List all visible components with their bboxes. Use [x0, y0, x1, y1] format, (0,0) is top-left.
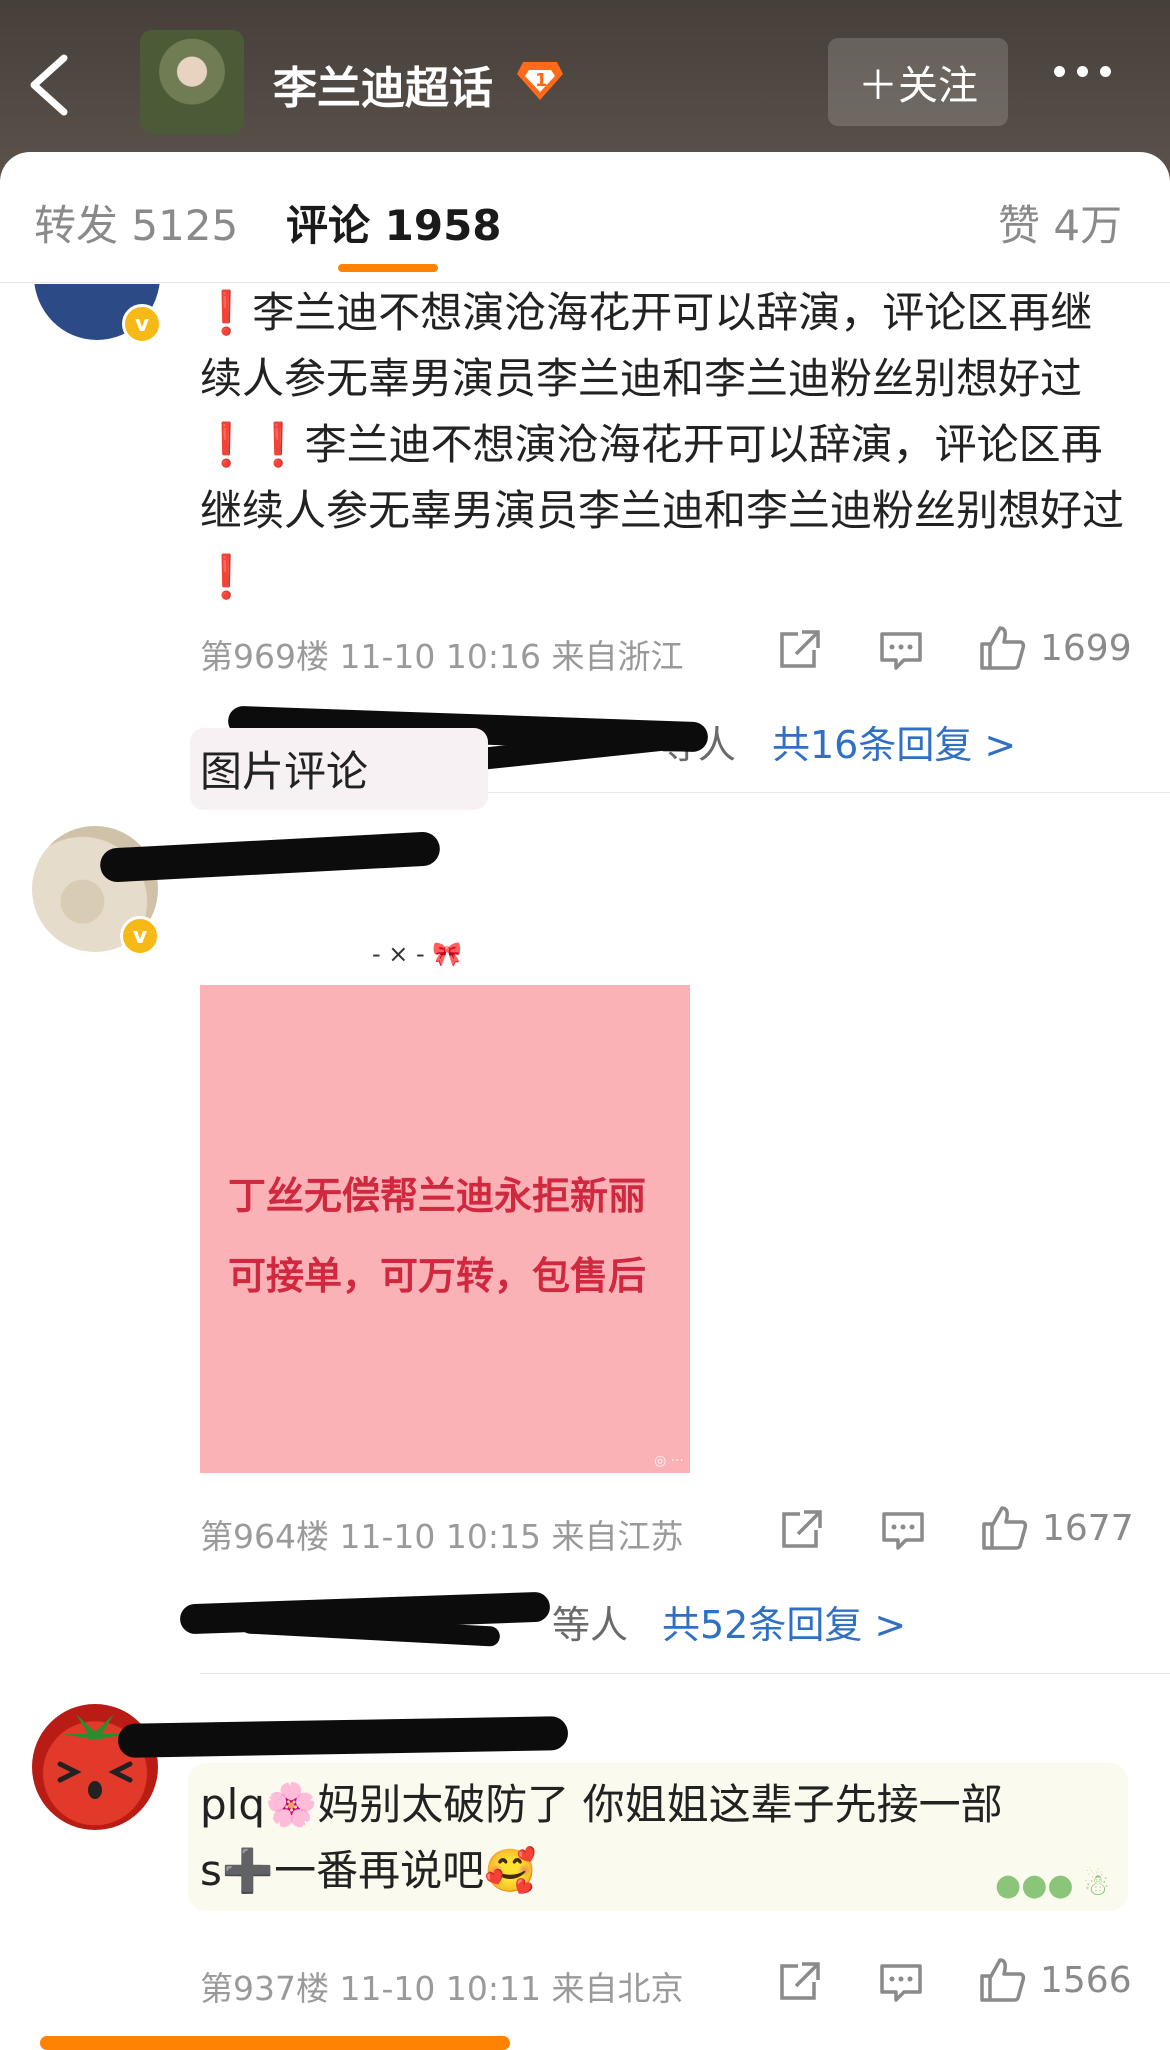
- active-tab-indicator: [338, 264, 438, 272]
- share-icon[interactable]: [776, 628, 822, 672]
- tab-comments[interactable]: 评论 1958: [286, 192, 502, 253]
- comment-icon[interactable]: [878, 630, 924, 672]
- like-count: 1566: [1040, 1960, 1132, 2001]
- share-icon[interactable]: [776, 1960, 822, 2004]
- divider: [200, 1673, 1170, 1674]
- comment-meta: 第964楼 11-10 10:15 来自江苏: [200, 1517, 684, 1556]
- image-text-line: 可接单，可万转，包售后: [228, 1254, 647, 1298]
- bottom-accent-bar: [40, 2036, 510, 2050]
- tab-bar: 转发 5125 评论 1958 赞 4万: [0, 152, 1170, 283]
- more-options-button[interactable]: [1054, 62, 1134, 102]
- like-count: 1699: [1040, 628, 1132, 669]
- svg-text:1: 1: [535, 70, 548, 91]
- thumbs-up-icon[interactable]: [980, 1504, 1028, 1552]
- exclamation-icon: ❗: [200, 552, 253, 601]
- follow-button[interactable]: ＋关注: [828, 38, 1008, 126]
- back-button[interactable]: [22, 50, 82, 120]
- comment-text-part: 李兰迪不想演沧海花开可以辞演，评论区再继续人参无辜男演员李兰迪和李兰迪粉丝别想好…: [200, 420, 1125, 535]
- reply-people: 等人: [552, 1603, 629, 1647]
- comment-text-part: 李兰迪不想演沧海花开可以辞演，评论区再继续人参无辜男演员李兰迪和李兰迪粉丝别想好…: [200, 288, 1093, 403]
- comment-meta: 第969楼 11-10 10:16 来自浙江: [200, 637, 684, 676]
- exclamation-icon: ❗: [200, 420, 253, 469]
- verified-v-icon: v: [122, 304, 162, 344]
- like-count: 1677: [1042, 1508, 1134, 1549]
- image-text-line: 丁丝无偿帮兰迪永拒新丽: [228, 1174, 647, 1218]
- comment-text: ❗李兰迪不想演沧海花开可以辞演，评论区再继续人参无辜男演员李兰迪和李兰迪粉丝别想…: [200, 280, 1130, 610]
- more-dots-icon: [1054, 66, 1065, 77]
- page-title[interactable]: 李兰迪超话: [273, 52, 493, 116]
- view-replies-link[interactable]: 共16条回复 >: [772, 714, 1016, 769]
- exclamation-icon: ❗: [200, 288, 253, 337]
- verified-v-icon: v: [120, 916, 160, 956]
- chevron-left-icon: [30, 54, 68, 116]
- thumbs-up-icon[interactable]: [978, 1956, 1026, 2004]
- comment-icon[interactable]: [878, 1962, 924, 2004]
- more-dot: [1100, 66, 1111, 77]
- watermark-icon: ◎ ···: [653, 1453, 684, 1469]
- comment-image[interactable]: 丁丝无偿帮兰迪永拒新丽 可接单，可万转，包售后 ◎ ···: [200, 985, 690, 1473]
- super-topic-badge-icon: 1: [517, 62, 563, 100]
- bow-decoration-icon: - × - 🎀: [372, 940, 463, 968]
- tab-likes[interactable]: 赞 4万: [998, 192, 1122, 253]
- comment-text: plq🌸妈别太破防了 你姐姐这辈子先接一部 s➕一番再说吧🥰: [200, 1772, 1120, 1904]
- thumbs-up-icon[interactable]: [978, 624, 1026, 672]
- more-dot: [1077, 66, 1088, 77]
- comment-meta: 第937楼 11-10 10:11 来自北京: [200, 1969, 684, 2008]
- tab-repost[interactable]: 转发 5125: [34, 192, 238, 253]
- exclamation-icon: ❗: [252, 420, 305, 469]
- share-icon[interactable]: [778, 1508, 824, 1552]
- comment-text-line: plq🌸妈别太破防了 你姐姐这辈子先接一部: [200, 1780, 1003, 1829]
- view-replies-link[interactable]: 共52条回复 >: [662, 1594, 906, 1649]
- comment-text-line: s➕一番再说吧🥰: [200, 1846, 537, 1895]
- topic-avatar[interactable]: [140, 30, 244, 134]
- comment-icon[interactable]: [880, 1510, 926, 1552]
- comment-text: 图片评论: [200, 747, 369, 796]
